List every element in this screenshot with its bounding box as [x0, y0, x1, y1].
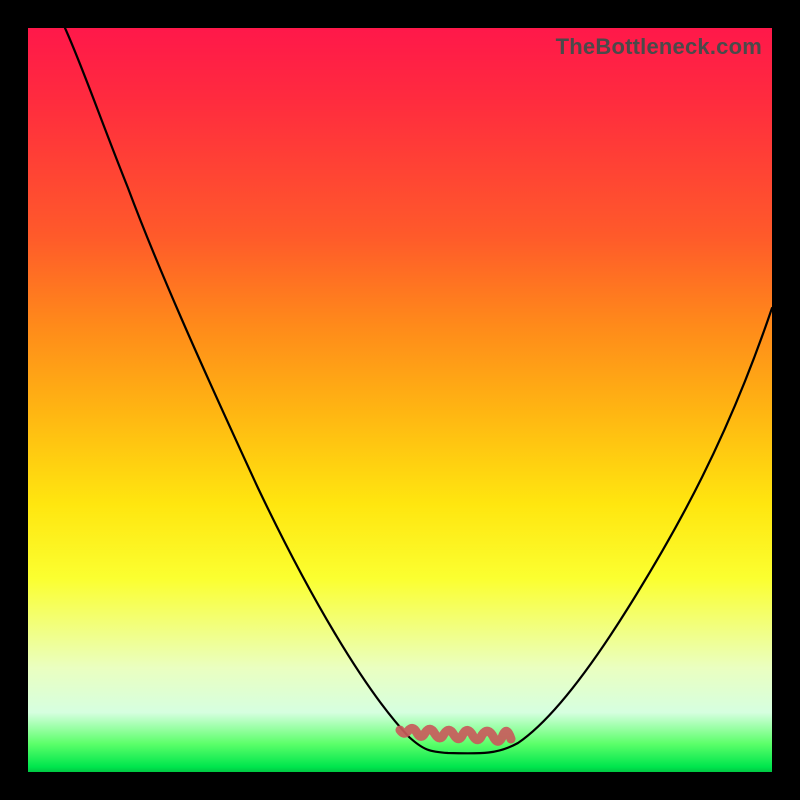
chart-canvas: TheBottleneck.com — [0, 0, 800, 800]
chart-svg — [28, 28, 772, 772]
plot-area: TheBottleneck.com — [28, 28, 772, 772]
bottleneck-curve — [65, 28, 772, 753]
valley-highlight — [400, 728, 511, 741]
